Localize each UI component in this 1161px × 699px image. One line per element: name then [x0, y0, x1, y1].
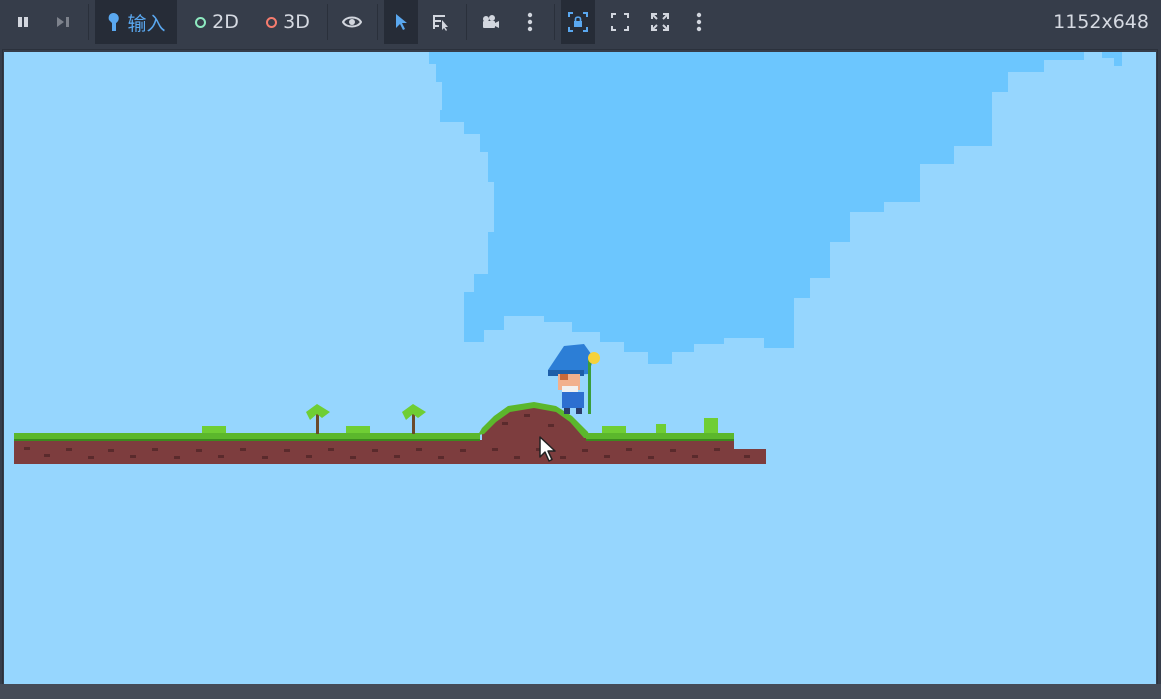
input-icon: [109, 13, 120, 31]
circle-3d-icon: [266, 16, 278, 28]
cloud-shape: [429, 52, 1084, 364]
camera-button[interactable]: [474, 0, 506, 44]
dirt-ground: [478, 440, 734, 464]
sapling: [402, 404, 426, 434]
toolbar-separator: [554, 4, 555, 40]
kebab-menu-icon: [696, 12, 702, 32]
toolbar-separator: [466, 4, 467, 40]
dirt-ground: [14, 440, 478, 464]
dirt-hill: [482, 406, 586, 440]
mouse-cursor-icon: [539, 436, 556, 462]
pause-button[interactable]: [8, 0, 38, 44]
stretch-button[interactable]: [644, 0, 676, 44]
toolbar-separator: [377, 4, 378, 40]
cloud-edge: [1102, 52, 1122, 66]
circle-2d-icon: [195, 16, 207, 28]
pointer-icon: [396, 14, 407, 30]
keep-aspect-button[interactable]: [604, 0, 636, 44]
embed-options-menu-button[interactable]: [687, 0, 711, 44]
sapling: [306, 404, 330, 434]
mode-2d-button[interactable]: 2D: [187, 0, 247, 44]
toolbar-separator: [327, 4, 328, 40]
game-scene: [14, 52, 1122, 464]
expand-frame-icon: [611, 13, 629, 31]
game-toolbar: 输入 2D 3D 1152x648: [0, 0, 1161, 44]
embed-lock-button[interactable]: [561, 0, 595, 44]
wizard-player: [548, 344, 600, 414]
mode-3d-button[interactable]: 3D: [258, 0, 318, 44]
list-select-button[interactable]: [425, 0, 457, 44]
mode-3d-label: 3D: [283, 11, 310, 33]
camera-icon: [483, 15, 499, 28]
locked-frame-icon: [568, 12, 588, 32]
visibility-button[interactable]: [336, 0, 368, 44]
select-mode-button[interactable]: [384, 0, 418, 44]
mode-2d-label: 2D: [212, 11, 239, 33]
input-mode-button[interactable]: 输入: [95, 0, 177, 44]
game-viewport[interactable]: [4, 52, 1156, 684]
camera-options-menu-button[interactable]: [518, 0, 542, 44]
next-frame-button[interactable]: [48, 0, 78, 44]
kebab-menu-icon: [527, 12, 533, 32]
fullscreen-icon: [651, 13, 669, 31]
grass-shadow: [14, 439, 480, 441]
resolution-label: 1152x648: [1053, 11, 1149, 33]
list-select-icon: [433, 15, 448, 31]
input-mode-label: 输入: [127, 12, 166, 35]
bottom-panel-edge: [0, 684, 1161, 699]
grass-shadow: [586, 439, 734, 441]
toolbar-separator: [88, 4, 89, 40]
eye-icon: [342, 16, 362, 28]
grass-tufts: [202, 418, 718, 433]
next-frame-icon: [57, 17, 69, 27]
pause-icon: [18, 17, 28, 27]
